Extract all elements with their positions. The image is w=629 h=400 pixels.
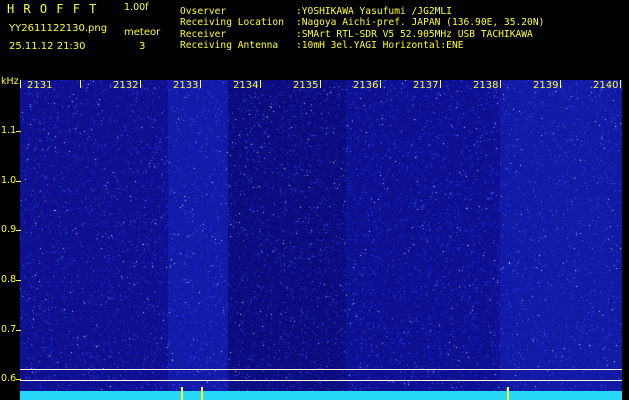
timestamp: 25.11.12 21:30 xyxy=(9,41,86,52)
frequency-tick xyxy=(16,330,21,331)
app-title: HROFFT xyxy=(7,2,106,16)
time-tick xyxy=(20,80,21,88)
time-label: 2131 xyxy=(27,80,53,91)
observer-value: :YOSHIKAWA Yasufumi /JG2MLI xyxy=(296,6,452,17)
frequency-label: 0.8 xyxy=(1,274,17,285)
receiver-baseline xyxy=(20,391,622,400)
header-panel: HROFFT 1.00f YY2611122130.png meteor 25.… xyxy=(0,0,629,74)
frequency-label: 1.1 xyxy=(1,125,17,136)
antenna-label: Receiving Antenna xyxy=(180,40,279,51)
antenna-value: :10mH 3el.YAGI Horizontal:ENE xyxy=(296,40,464,51)
time-label: 2136 xyxy=(353,80,379,91)
time-tick xyxy=(260,80,261,88)
meteor-marker xyxy=(181,387,183,400)
time-tick xyxy=(440,80,441,88)
time-label: 2137 xyxy=(413,80,439,91)
time-label: 2140 xyxy=(593,80,619,91)
meteor-count: 3 xyxy=(139,41,146,52)
time-label: 2132 xyxy=(113,80,139,91)
time-tick xyxy=(500,80,501,88)
frequency-tick xyxy=(16,181,21,182)
frequency-label: 1.0 xyxy=(1,175,17,186)
time-tick xyxy=(320,80,321,88)
frequency-label: 0.6 xyxy=(1,373,17,384)
time-label: 2134 xyxy=(233,80,259,91)
time-label: 2135 xyxy=(293,80,319,91)
time-label: 2139 xyxy=(533,80,559,91)
location-value: :Nagoya Aichi-pref. JAPAN (136.90E, 35.2… xyxy=(296,17,545,28)
frequency-label: 0.9 xyxy=(1,224,17,235)
spectrogram-plot xyxy=(20,80,622,400)
spectrogram-noise xyxy=(20,80,622,400)
receiver-value: :SMArt RTL-SDR V5 52.905MHz USB TACHIKAW… xyxy=(296,29,533,40)
time-tick xyxy=(560,80,561,88)
location-label: Receiving Location xyxy=(180,17,284,28)
frequency-tick xyxy=(16,230,21,231)
frequency-label: 0.7 xyxy=(1,324,17,335)
receiver-label: Receiver xyxy=(180,29,227,40)
meteor-marker xyxy=(201,387,203,400)
reference-line-lower xyxy=(20,380,622,381)
meteor-marker xyxy=(507,387,509,400)
frequency-unit-label: kHz xyxy=(1,76,19,87)
app-version: 1.00f xyxy=(124,2,149,13)
observer-label: Ovserver xyxy=(180,6,227,17)
time-tick xyxy=(200,80,201,88)
time-label: 2138 xyxy=(473,80,499,91)
reference-line-upper xyxy=(20,369,622,370)
frequency-tick xyxy=(16,280,21,281)
time-tick xyxy=(620,80,621,88)
time-label: 2133 xyxy=(173,80,199,91)
meteor-label: meteor xyxy=(124,27,161,38)
time-tick xyxy=(140,80,141,88)
frequency-tick xyxy=(16,131,21,132)
time-tick xyxy=(380,80,381,88)
time-tick xyxy=(80,80,81,88)
file-name: YY2611122130.png xyxy=(9,23,108,34)
